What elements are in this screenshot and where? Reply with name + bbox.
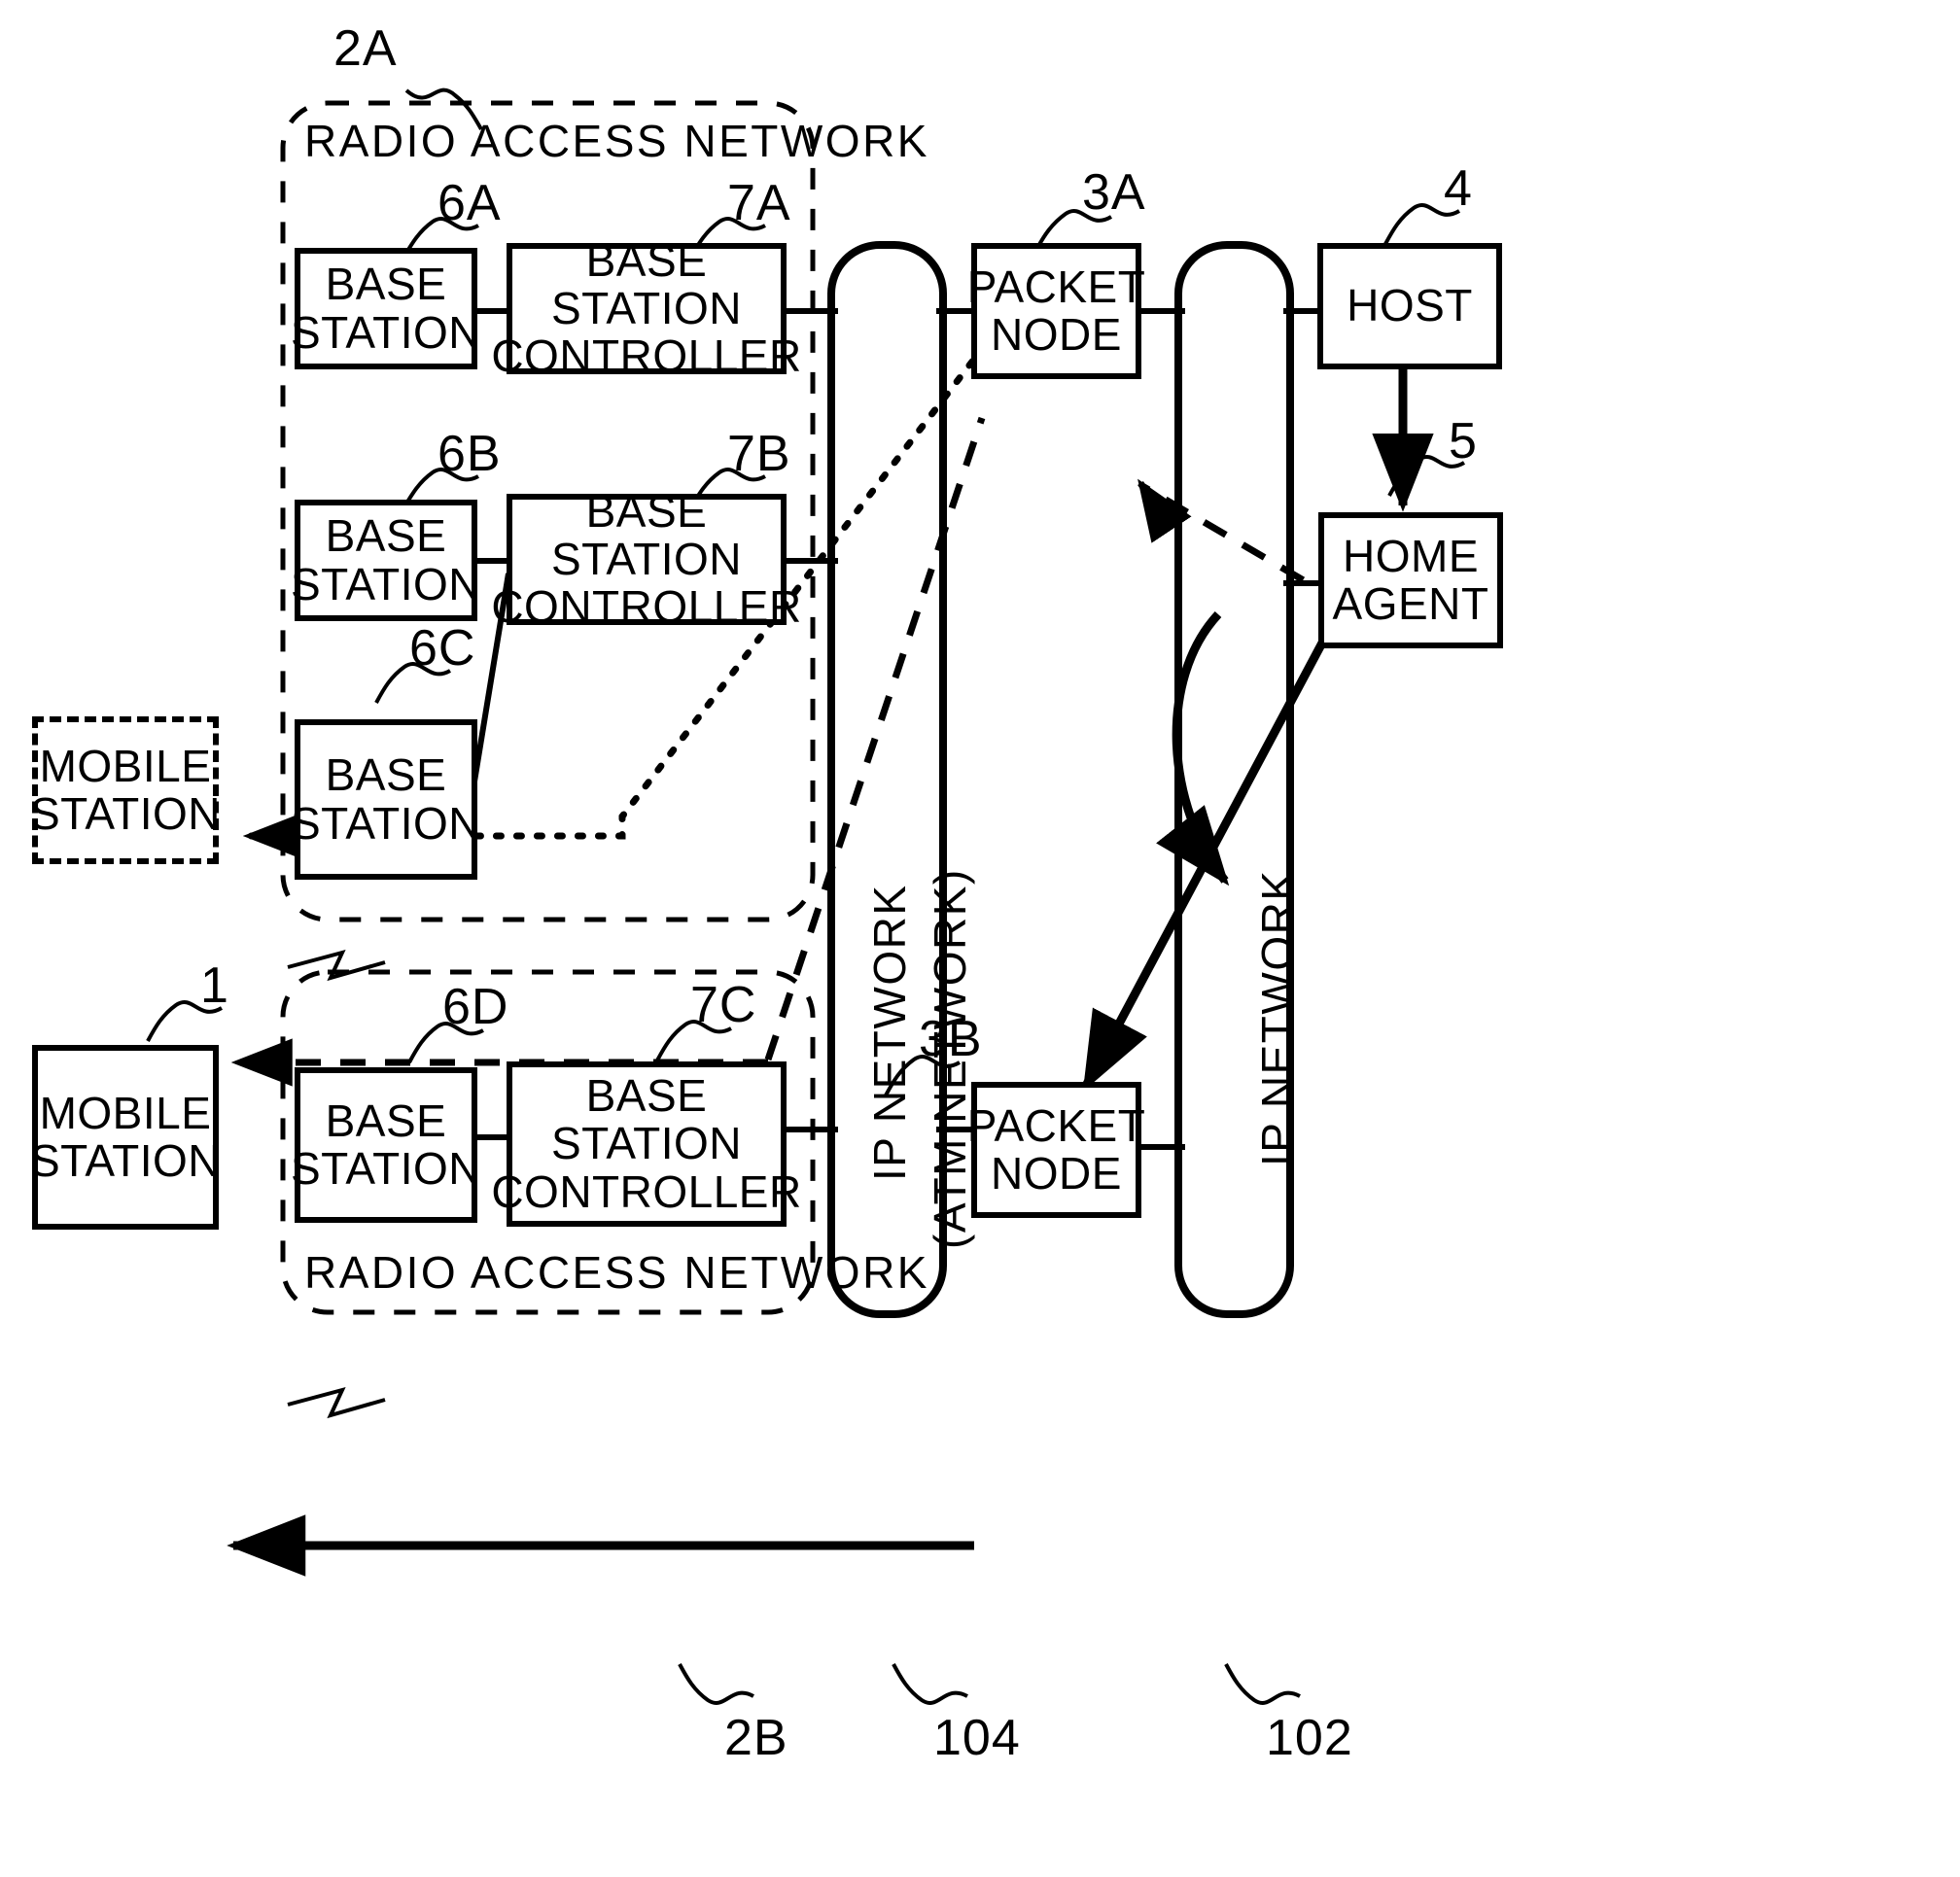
base-station-6c-label-line2: STATION (291, 797, 482, 849)
ref-1: 1 (200, 957, 229, 1014)
host-box[interactable]: HOST (1317, 243, 1502, 369)
ran-lower-title: RADIO ACCESS NETWORK (304, 1247, 929, 1298)
base-station-6d-box[interactable]: BASE STATION (291, 1067, 481, 1223)
packet-node-3b-label-line1: PACKET (966, 1099, 1146, 1151)
packet-node-3a-label-line1: PACKET (966, 261, 1146, 312)
home-agent-label-line2: AGENT (1332, 578, 1489, 629)
mobile-station-dashed-label-line2: STATION (30, 788, 222, 839)
bsc-7a-label-line1: BASE (585, 234, 708, 286)
bsc-7b-label-line2: STATION (550, 533, 742, 584)
ref-5: 5 (1449, 413, 1478, 469)
base-station-6c-label-line1: BASE (325, 749, 447, 801)
ref-7a: 7A (727, 175, 791, 231)
mobile-station-solid-box-inner[interactable]: MOBILE STATION (30, 1045, 222, 1230)
base-station-6b-label-line2: STATION (291, 558, 482, 609)
ref-104: 104 (933, 1710, 1021, 1766)
bsc-7a-label-line2: STATION (550, 282, 742, 333)
ref-6c: 6C (409, 620, 476, 677)
bsc-7c-box[interactable]: BASE STATION CONTROLLER (491, 1061, 801, 1227)
ref-4: 4 (1444, 160, 1473, 217)
base-station-6b-label-line1: BASE (325, 510, 447, 562)
bsc-7c-label-line1: BASE (585, 1070, 708, 1122)
ref-3a: 3A (1082, 164, 1146, 221)
patent-figure: MOBILE STATION HOST HOME AGENT PACKET NO… (0, 0, 1960, 1877)
bsc-7b-label-line1: BASE (585, 485, 708, 537)
bsc-7a-label-line3: CONTROLLER (491, 330, 802, 382)
packet-node-3a-label-line2: NODE (991, 309, 1122, 360)
base-station-6b-box[interactable]: BASE STATION (291, 500, 481, 621)
home-agent-box[interactable]: HOME AGENT (1318, 512, 1503, 648)
bsc-7c-label-line2: STATION (550, 1118, 742, 1169)
mobile-station-solid-label-line2: STATION (30, 1135, 222, 1186)
base-station-6d-label-line2: STATION (291, 1143, 482, 1194)
ref-7c: 7C (690, 977, 757, 1033)
packet-node-3b-label-line2: NODE (991, 1148, 1122, 1199)
ref-6b: 6B (438, 426, 502, 482)
bsc-7c-label-line3: CONTROLLER (491, 1165, 802, 1217)
ip-atm-network-label-line1: IP NETWORK (864, 884, 915, 1181)
ref-3b: 3B (919, 1011, 983, 1067)
ip-network-label: IP NETWORK (1252, 869, 1303, 1166)
host-label: HOST (1347, 280, 1473, 331)
packet-node-3b-box[interactable]: PACKET NODE (967, 1082, 1145, 1218)
base-station-6a-label-line2: STATION (291, 306, 482, 358)
bsc-7a-box[interactable]: BASE STATION CONTROLLER (491, 236, 801, 380)
bsc-7b-label-line3: CONTROLLER (491, 581, 802, 633)
ref-6d: 6D (442, 979, 509, 1035)
base-station-6a-box[interactable]: BASE STATION (291, 248, 481, 369)
ref-6a: 6A (438, 175, 502, 231)
mobile-station-dashed-box[interactable]: MOBILE STATION (30, 716, 222, 864)
mobile-station-solid-label-line1: MOBILE (39, 1087, 212, 1138)
ran-upper-title: RADIO ACCESS NETWORK (304, 116, 929, 166)
ref-7b: 7B (727, 426, 791, 482)
ref-102: 102 (1266, 1710, 1353, 1766)
bsc-7b-box[interactable]: BASE STATION CONTROLLER (491, 487, 801, 631)
ref-2a: 2A (333, 20, 398, 77)
home-agent-label-line1: HOME (1343, 530, 1479, 581)
base-station-6a-label-line1: BASE (325, 259, 447, 310)
packet-node-3a-box[interactable]: PACKET NODE (967, 243, 1145, 379)
base-station-6c-box[interactable]: BASE STATION (291, 719, 481, 880)
ref-2b: 2B (724, 1710, 788, 1766)
mobile-station-dashed-label-line1: MOBILE (39, 740, 212, 791)
base-station-6d-label-line1: BASE (325, 1095, 447, 1146)
